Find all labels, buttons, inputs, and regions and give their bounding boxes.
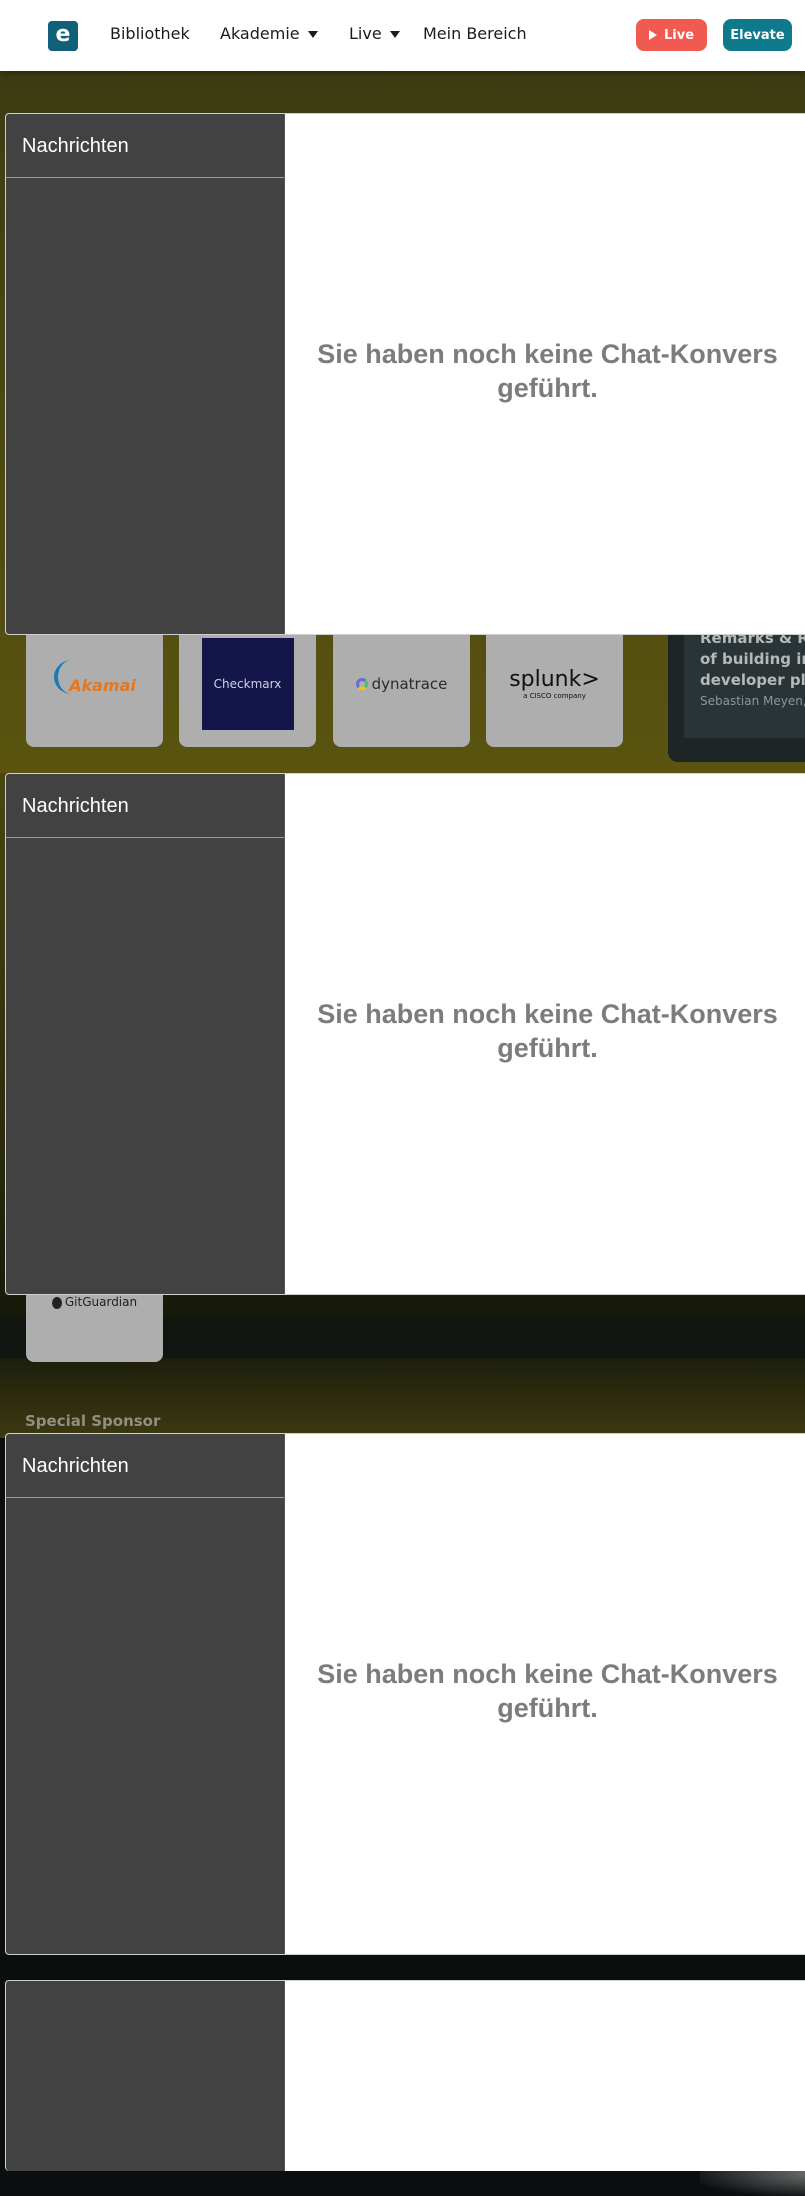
elevate-button[interactable]: Elevate — [723, 19, 792, 51]
dynatrace-logo: dynatrace — [355, 674, 448, 693]
sponsor-card-checkmarx[interactable]: Checkmarx — [179, 620, 316, 747]
chat-sidebar: Nachrichten — [6, 1434, 285, 1954]
logo-icon[interactable]: e — [48, 21, 78, 51]
special-sponsor-heading: Special Sponsor — [25, 1412, 161, 1430]
chat-empty-message: Sie haben noch keine Chat-Konvers geführ… — [284, 337, 805, 405]
talk-title: Remarks & Ro of building int developer p… — [700, 628, 805, 691]
chat-empty-message: Sie haben noch keine Chat-Konvers geführ… — [284, 1657, 805, 1725]
chat-sidebar — [6, 1981, 285, 2171]
chevron-down-icon — [389, 31, 400, 38]
chat-sidebar-title: Nachrichten — [6, 774, 284, 838]
sponsor-logo-text: dynatrace — [371, 674, 448, 693]
chat-sidebar: Nachrichten — [6, 114, 285, 634]
live-button[interactable]: Live — [636, 19, 707, 51]
sponsor-logo-text: splunk> — [509, 667, 600, 692]
sponsor-card-akamai[interactable]: Akamai — [26, 620, 163, 747]
top-navigation: e Bibliothek Akademie Live Mein Bereich … — [0, 0, 805, 71]
sponsor-card-gitguardian[interactable]: GitGuardian — [26, 1295, 163, 1362]
nav-akademie-label: Akademie — [220, 24, 300, 43]
chat-panel — [5, 1980, 805, 2171]
chat-panel: Nachrichten Sie haben noch keine Chat-Ko… — [5, 1433, 805, 1955]
chat-empty-line: geführt. — [497, 1693, 598, 1723]
live-button-label: Live — [663, 27, 695, 43]
sponsor-logo-text: Akamai — [69, 676, 136, 695]
play-icon — [648, 30, 657, 40]
sponsor-card-splunk[interactable]: splunk> a CISCO company — [486, 620, 623, 747]
checkmarx-logo: Checkmarx — [201, 637, 294, 730]
nav-mein-bereich[interactable]: Mein Bereich — [423, 24, 527, 43]
nav-live-label: Live — [349, 24, 382, 43]
chat-empty-line: geführt. — [497, 1033, 598, 1063]
chat-panel: Nachrichten Sie haben noch keine Chat-Ko… — [5, 773, 805, 1295]
chat-empty-line: Sie haben noch keine Chat-Konvers — [317, 999, 778, 1029]
gitguardian-logo: GitGuardian — [51, 1295, 138, 1362]
splunk-logo: splunk> a CISCO company — [509, 667, 600, 700]
chat-empty-line: geführt. — [497, 373, 598, 403]
chevron-down-icon — [307, 31, 318, 38]
chat-sidebar-title: Nachrichten — [6, 114, 284, 178]
sponsor-logo-subtext: a CISCO company — [523, 692, 586, 700]
chat-empty-line: Sie haben noch keine Chat-Konvers — [317, 1659, 778, 1689]
sponsor-logo-text: Checkmarx — [213, 676, 282, 691]
chat-panel: Nachrichten Sie haben noch keine Chat-Ko… — [5, 113, 805, 635]
nav-live[interactable]: Live — [349, 24, 400, 43]
talk-title-line: developer pla — [700, 671, 805, 689]
chat-sidebar: Nachrichten — [6, 774, 285, 1294]
sponsor-card-dynatrace[interactable]: dynatrace — [333, 620, 470, 747]
talk-speaker: Sebastian Meyen, ... — [700, 694, 805, 708]
chat-sidebar-title: Nachrichten — [6, 1434, 284, 1498]
sponsor-logo-text: GitGuardian — [64, 1295, 138, 1309]
nav-bibliothek[interactable]: Bibliothek — [110, 24, 190, 43]
nav-akademie[interactable]: Akademie — [220, 24, 318, 43]
talk-title-line: of building int — [700, 650, 805, 668]
chat-empty-message: Sie haben noch keine Chat-Konvers geführ… — [284, 997, 805, 1065]
dynatrace-mark-icon — [355, 677, 368, 690]
gitguardian-icon — [51, 1296, 62, 1309]
chat-empty-line: Sie haben noch keine Chat-Konvers — [317, 339, 778, 369]
